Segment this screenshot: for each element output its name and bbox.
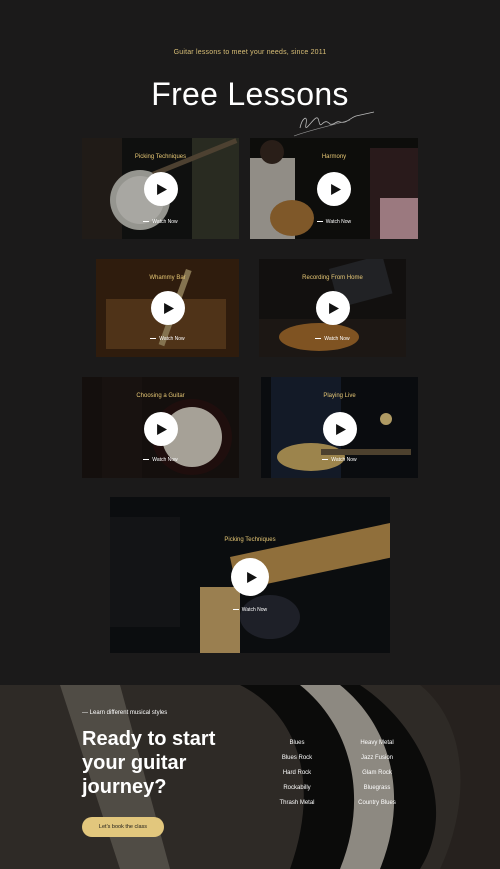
play-button[interactable] xyxy=(150,291,185,325)
lesson-card-choosing-a-guitar[interactable]: Choosing a Guitar Watch Now xyxy=(82,377,239,478)
styles-label: — Learn different musical styles xyxy=(82,710,168,716)
page-title: Free Lessons xyxy=(151,76,349,112)
lesson-card-picking-techniques-large[interactable]: Picking Techniques Watch Now xyxy=(110,497,390,653)
lesson-card-whammy-bar[interactable]: Whammy Bar Watch Now xyxy=(96,259,239,357)
lesson-title: Picking Techniques xyxy=(224,537,276,543)
watch-now-link[interactable]: Watch Now xyxy=(259,336,406,342)
style-rockabilly[interactable]: Rockabilly xyxy=(262,785,332,791)
watch-now-label: Watch Now xyxy=(159,336,185,342)
style-glam-rock[interactable]: Glam Rock xyxy=(342,770,412,776)
cta-heading: Ready to start your guitar journey? xyxy=(82,728,216,798)
lesson-card-harmony[interactable]: Harmony Watch Now xyxy=(250,138,418,239)
watch-now-label: Watch Now xyxy=(331,457,357,463)
play-icon xyxy=(336,423,346,435)
lesson-title: Choosing a Guitar xyxy=(136,393,185,399)
watch-now-link[interactable]: Watch Now xyxy=(110,607,390,613)
book-class-button[interactable]: Let's book the class xyxy=(82,817,164,837)
play-button[interactable] xyxy=(317,172,351,206)
watch-now-link[interactable]: Watch Now xyxy=(261,457,418,463)
lesson-card-playing-live[interactable]: Playing Live Watch Now xyxy=(261,377,418,478)
style-country-blues[interactable]: Country Blues xyxy=(342,800,412,806)
play-icon xyxy=(157,423,167,435)
play-button[interactable] xyxy=(143,412,178,446)
style-heavy-metal[interactable]: Heavy Metal xyxy=(342,740,412,746)
play-icon xyxy=(329,302,339,314)
watch-now-label: Watch Now xyxy=(325,219,352,225)
play-button[interactable] xyxy=(231,558,269,596)
play-button[interactable] xyxy=(143,172,178,206)
watch-now-label: Watch Now xyxy=(324,336,350,342)
signature-graphic xyxy=(293,111,375,137)
play-icon xyxy=(330,183,341,195)
lesson-title: Picking Techniques xyxy=(134,154,187,160)
play-icon xyxy=(157,183,167,195)
lesson-title: Playing Live xyxy=(323,393,356,399)
watch-now-link[interactable]: Watch Now xyxy=(250,219,418,225)
lesson-title: Whammy Bar xyxy=(149,275,186,281)
watch-now-link[interactable]: Watch Now xyxy=(82,219,239,225)
play-button[interactable] xyxy=(315,291,350,325)
lesson-title: Recording From Home xyxy=(302,275,363,281)
style-bluegrass[interactable]: Bluegrass xyxy=(342,785,412,791)
style-blues-rock[interactable]: Blues Rock xyxy=(262,755,332,761)
watch-now-label: Watch Now xyxy=(152,457,178,463)
style-thrash-metal[interactable]: Thrash Metal xyxy=(262,800,332,806)
style-blues[interactable]: Blues xyxy=(262,740,332,746)
watch-now-link[interactable]: Watch Now xyxy=(96,336,239,342)
watch-now-link[interactable]: Watch Now xyxy=(82,457,239,463)
watch-now-label: Watch Now xyxy=(152,219,178,225)
style-jazz-fusion[interactable]: Jazz Fusion xyxy=(342,755,412,761)
play-button[interactable] xyxy=(322,412,357,446)
lesson-title: Harmony xyxy=(321,154,347,160)
play-icon xyxy=(164,302,174,314)
lesson-card-recording-from-home[interactable]: Recording From Home Watch Now xyxy=(259,259,406,357)
play-icon xyxy=(246,571,257,583)
hero-tagline: Guitar lessons to meet your needs, since… xyxy=(173,49,327,56)
watch-now-label: Watch Now xyxy=(241,607,268,613)
lesson-card-picking-techniques[interactable]: Picking Techniques Watch Now xyxy=(82,138,239,239)
style-hard-rock[interactable]: Hard Rock xyxy=(262,770,332,776)
